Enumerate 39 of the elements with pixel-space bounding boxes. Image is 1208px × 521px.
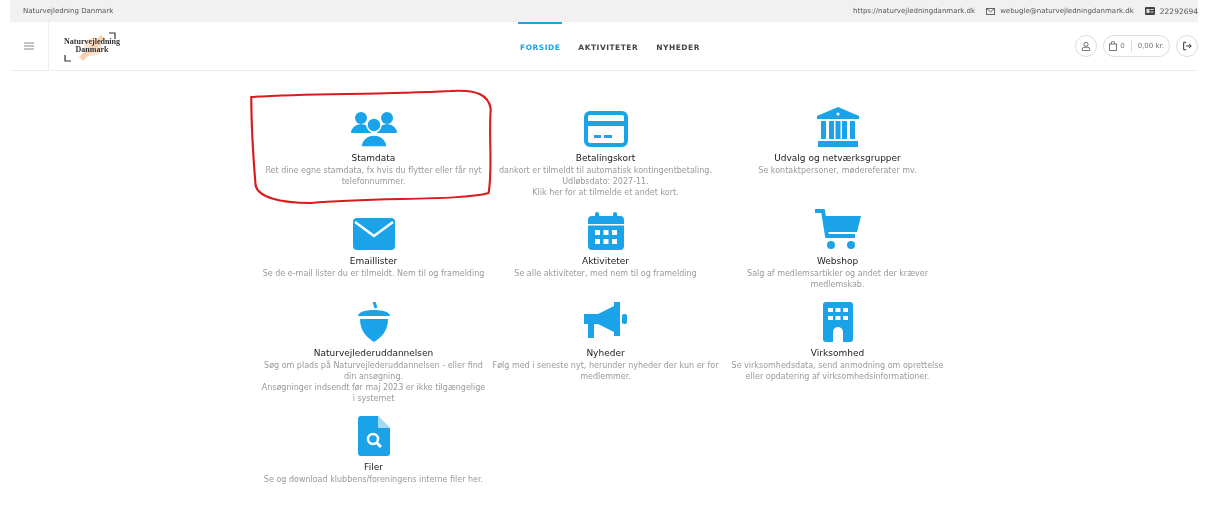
acorn-icon xyxy=(355,302,392,342)
file-search-icon xyxy=(357,416,390,456)
mail-icon xyxy=(986,7,996,15)
tile-title[interactable]: Stamdata xyxy=(351,153,396,163)
tile-description: Følg med i seneste nyt, herunder nyheder der kun er for medlemmer. xyxy=(491,360,720,382)
tile-title[interactable]: Udvalg og netværksgrupper xyxy=(774,153,901,163)
shopping-cart-icon xyxy=(814,208,861,250)
tile-description: Se de e-mail lister du er tilmeldt. Nem til og framelding xyxy=(262,268,485,279)
tile-title[interactable]: Nyheder xyxy=(586,348,625,358)
envelope-icon xyxy=(352,218,395,250)
people-icon xyxy=(350,111,397,147)
logout-button[interactable] xyxy=(1176,35,1198,57)
tile-title[interactable]: Aktiviteter xyxy=(581,256,630,266)
tile-title[interactable]: Betalingskort xyxy=(575,153,636,163)
tile-description: Se og download klubbens/foreningens interne filer her. xyxy=(263,474,484,485)
tile-title[interactable]: Naturvejlederuddannelsen xyxy=(313,348,434,358)
tile-title[interactable]: Emaillister xyxy=(349,256,398,266)
logout-icon xyxy=(1182,41,1192,51)
id-card-icon xyxy=(1144,7,1155,15)
credit-card-icon xyxy=(583,111,628,147)
bank-icon xyxy=(816,107,859,147)
office-building-icon xyxy=(822,302,853,342)
shopping-bag-icon xyxy=(1109,41,1118,51)
tile-description: Se alle aktiviteter, med nem til og framelding xyxy=(514,268,697,279)
tile-description: Se kontaktpersoner, mødereferater mv. xyxy=(758,165,917,176)
tile-description: Ret dine egne stamdata, fx hvis du flytter eller får nyt telefonnummer. xyxy=(264,165,483,187)
tile-description: dankort er tilmeldt til automatisk kontingentbetaling. xyxy=(499,165,712,176)
tile-title[interactable]: Filer xyxy=(364,462,383,472)
calendar-icon xyxy=(587,212,624,250)
tile-description: Salg af medlemsartikler og andet der kræver medlemskab. xyxy=(746,268,929,290)
tile-title[interactable]: Virksomhed xyxy=(810,348,865,358)
user-icon xyxy=(1081,41,1092,51)
logo[interactable]: Naturvejledning Danmark xyxy=(59,29,125,63)
tile-description: Klik her for at tilmelde et andet kort. xyxy=(532,187,679,198)
user-button[interactable] xyxy=(1075,35,1098,57)
tile-title[interactable]: Webshop xyxy=(816,256,859,266)
tile-description: Se virksomhedsdata, send anmodning om oprettelse eller opdatering af virksomhedsinformationer. xyxy=(730,360,945,382)
tile-description: Udløbsdato: 2027-11. xyxy=(562,176,649,187)
tile-description: Søg om plads på Naturvejlederuddannelsen - eller find din ansøgning. xyxy=(263,360,484,382)
